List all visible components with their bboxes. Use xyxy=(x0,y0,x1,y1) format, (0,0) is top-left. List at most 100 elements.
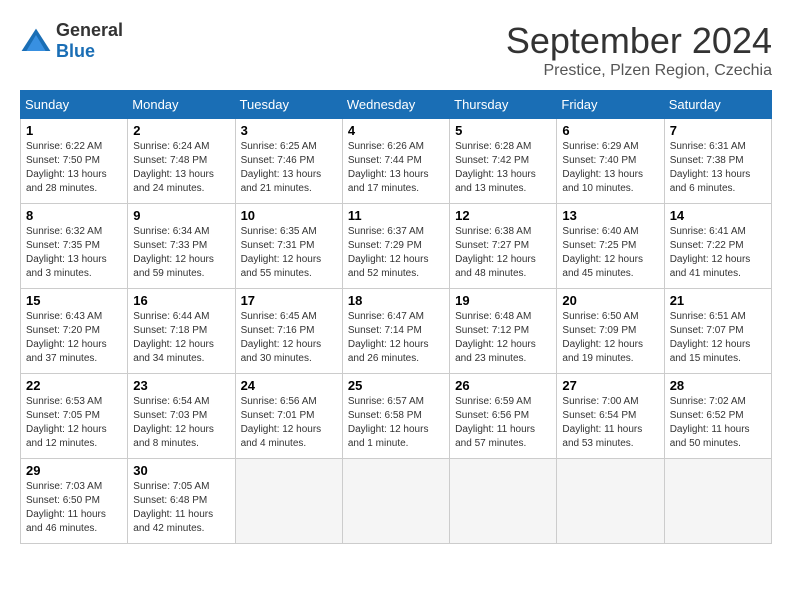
day-info: Sunrise: 6:50 AMSunset: 7:09 PMDaylight:… xyxy=(562,310,658,366)
calendar-header: Sunday Monday Tuesday Wednesday Thursday… xyxy=(21,91,772,119)
day-number: 10 xyxy=(241,208,337,223)
day-info: Sunrise: 6:48 AMSunset: 7:12 PMDaylight:… xyxy=(455,310,551,366)
week-row-3: 15Sunrise: 6:43 AMSunset: 7:20 PMDayligh… xyxy=(21,289,772,374)
calendar-cell: 21 Sunrise: 6:51 AMSunset: 7:07 PMDayligh… xyxy=(664,289,771,374)
day-info: Sunrise: 7:03 AMSunset: 6:50 PMDaylight:… xyxy=(26,480,122,536)
day-number: 9 xyxy=(133,208,229,223)
day-number: 14 xyxy=(670,208,766,223)
calendar-cell: 26 Sunrise: 6:59 AMSunset: 6:56 PMDayligh… xyxy=(450,374,557,459)
calendar-cell: 11 Sunrise: 6:37 AMSunset: 7:29 PMDayligh… xyxy=(342,204,449,289)
day-number: 5 xyxy=(455,123,551,138)
header-row: Sunday Monday Tuesday Wednesday Thursday… xyxy=(21,91,772,119)
calendar-cell xyxy=(450,459,557,544)
col-monday: Monday xyxy=(128,91,235,119)
day-info: Sunrise: 6:56 AMSunset: 7:01 PMDaylight:… xyxy=(241,395,337,451)
day-info: Sunrise: 7:00 AMSunset: 6:54 PMDaylight:… xyxy=(562,395,658,451)
calendar-cell: 9 Sunrise: 6:34 AMSunset: 7:33 PMDaylight… xyxy=(128,204,235,289)
day-info: Sunrise: 6:28 AMSunset: 7:42 PMDaylight:… xyxy=(455,140,551,196)
week-row-2: 8Sunrise: 6:32 AMSunset: 7:35 PMDaylight… xyxy=(21,204,772,289)
calendar-cell xyxy=(235,459,342,544)
logo-blue: Blue xyxy=(56,41,95,61)
calendar-cell: 8Sunrise: 6:32 AMSunset: 7:35 PMDaylight… xyxy=(21,204,128,289)
day-number: 19 xyxy=(455,293,551,308)
day-number: 18 xyxy=(348,293,444,308)
calendar-cell xyxy=(664,459,771,544)
day-info: Sunrise: 6:37 AMSunset: 7:29 PMDaylight:… xyxy=(348,225,444,281)
col-wednesday: Wednesday xyxy=(342,91,449,119)
day-info: Sunrise: 6:34 AMSunset: 7:33 PMDaylight:… xyxy=(133,225,229,281)
calendar-cell: 6 Sunrise: 6:29 AMSunset: 7:40 PMDaylight… xyxy=(557,119,664,204)
day-info: Sunrise: 6:41 AMSunset: 7:22 PMDaylight:… xyxy=(670,225,766,281)
calendar-cell xyxy=(557,459,664,544)
day-info: Sunrise: 7:05 AMSunset: 6:48 PMDaylight:… xyxy=(133,480,229,536)
calendar-cell: 5 Sunrise: 6:28 AMSunset: 7:42 PMDaylight… xyxy=(450,119,557,204)
calendar-cell: 12Sunrise: 6:38 AMSunset: 7:27 PMDayligh… xyxy=(450,204,557,289)
day-number: 6 xyxy=(562,123,658,138)
day-number: 26 xyxy=(455,378,551,393)
calendar-cell: 28 Sunrise: 7:02 AMSunset: 6:52 PMDayligh… xyxy=(664,374,771,459)
calendar-cell: 17 Sunrise: 6:45 AMSunset: 7:16 PMDayligh… xyxy=(235,289,342,374)
calendar-cell: 25 Sunrise: 6:57 AMSunset: 6:58 PMDayligh… xyxy=(342,374,449,459)
day-number: 16 xyxy=(133,293,229,308)
calendar-cell: 20 Sunrise: 6:50 AMSunset: 7:09 PMDayligh… xyxy=(557,289,664,374)
week-row-5: 29 Sunrise: 7:03 AMSunset: 6:50 PMDayligh… xyxy=(21,459,772,544)
calendar-cell: 14 Sunrise: 6:41 AMSunset: 7:22 PMDayligh… xyxy=(664,204,771,289)
col-tuesday: Tuesday xyxy=(235,91,342,119)
day-number: 22 xyxy=(26,378,122,393)
calendar-cell: 19 Sunrise: 6:48 AMSunset: 7:12 PMDayligh… xyxy=(450,289,557,374)
calendar-cell: 18 Sunrise: 6:47 AMSunset: 7:14 PMDayligh… xyxy=(342,289,449,374)
day-info: Sunrise: 6:47 AMSunset: 7:14 PMDaylight:… xyxy=(348,310,444,366)
day-info: Sunrise: 6:45 AMSunset: 7:16 PMDaylight:… xyxy=(241,310,337,366)
day-number: 30 xyxy=(133,463,229,478)
day-info: Sunrise: 6:51 AMSunset: 7:07 PMDaylight:… xyxy=(670,310,766,366)
logo-general: General xyxy=(56,20,123,40)
calendar-body: 1 Sunrise: 6:22 AMSunset: 7:50 PMDaylight… xyxy=(21,119,772,544)
logo: General Blue xyxy=(20,20,123,62)
day-number: 25 xyxy=(348,378,444,393)
day-number: 29 xyxy=(26,463,122,478)
calendar-cell: 15Sunrise: 6:43 AMSunset: 7:20 PMDayligh… xyxy=(21,289,128,374)
calendar-cell: 7 Sunrise: 6:31 AMSunset: 7:38 PMDaylight… xyxy=(664,119,771,204)
day-number: 11 xyxy=(348,208,444,223)
col-thursday: Thursday xyxy=(450,91,557,119)
calendar-cell: 4 Sunrise: 6:26 AMSunset: 7:44 PMDaylight… xyxy=(342,119,449,204)
day-info: Sunrise: 6:53 AMSunset: 7:05 PMDaylight:… xyxy=(26,395,122,451)
day-number: 21 xyxy=(670,293,766,308)
day-info: Sunrise: 7:02 AMSunset: 6:52 PMDaylight:… xyxy=(670,395,766,451)
day-info: Sunrise: 6:44 AMSunset: 7:18 PMDaylight:… xyxy=(133,310,229,366)
day-info: Sunrise: 6:54 AMSunset: 7:03 PMDaylight:… xyxy=(133,395,229,451)
day-number: 7 xyxy=(670,123,766,138)
calendar-cell: 3Sunrise: 6:25 AMSunset: 7:46 PMDaylight… xyxy=(235,119,342,204)
calendar-cell: 1 Sunrise: 6:22 AMSunset: 7:50 PMDaylight… xyxy=(21,119,128,204)
day-info: Sunrise: 6:40 AMSunset: 7:25 PMDaylight:… xyxy=(562,225,658,281)
day-info: Sunrise: 6:29 AMSunset: 7:40 PMDaylight:… xyxy=(562,140,658,196)
day-number: 17 xyxy=(241,293,337,308)
day-number: 15 xyxy=(26,293,122,308)
day-number: 27 xyxy=(562,378,658,393)
day-info: Sunrise: 6:35 AMSunset: 7:31 PMDaylight:… xyxy=(241,225,337,281)
day-info: Sunrise: 6:59 AMSunset: 6:56 PMDaylight:… xyxy=(455,395,551,451)
day-info: Sunrise: 6:22 AMSunset: 7:50 PMDaylight:… xyxy=(26,140,122,196)
day-number: 20 xyxy=(562,293,658,308)
week-row-1: 1 Sunrise: 6:22 AMSunset: 7:50 PMDaylight… xyxy=(21,119,772,204)
day-number: 4 xyxy=(348,123,444,138)
calendar-cell: 2Sunrise: 6:24 AMSunset: 7:48 PMDaylight… xyxy=(128,119,235,204)
col-friday: Friday xyxy=(557,91,664,119)
page-header: General Blue September 2024 Prestice, Pl… xyxy=(20,20,772,80)
day-number: 1 xyxy=(26,123,122,138)
day-info: Sunrise: 6:26 AMSunset: 7:44 PMDaylight:… xyxy=(348,140,444,196)
day-info: Sunrise: 6:38 AMSunset: 7:27 PMDaylight:… xyxy=(455,225,551,281)
day-number: 13 xyxy=(562,208,658,223)
calendar-cell: 24Sunrise: 6:56 AMSunset: 7:01 PMDayligh… xyxy=(235,374,342,459)
calendar-cell: 29 Sunrise: 7:03 AMSunset: 6:50 PMDayligh… xyxy=(21,459,128,544)
day-number: 23 xyxy=(133,378,229,393)
col-saturday: Saturday xyxy=(664,91,771,119)
day-info: Sunrise: 6:31 AMSunset: 7:38 PMDaylight:… xyxy=(670,140,766,196)
calendar-cell xyxy=(342,459,449,544)
calendar-cell: 30 Sunrise: 7:05 AMSunset: 6:48 PMDayligh… xyxy=(128,459,235,544)
day-info: Sunrise: 6:57 AMSunset: 6:58 PMDaylight:… xyxy=(348,395,444,451)
day-info: Sunrise: 6:24 AMSunset: 7:48 PMDaylight:… xyxy=(133,140,229,196)
day-number: 28 xyxy=(670,378,766,393)
calendar-cell: 27 Sunrise: 7:00 AMSunset: 6:54 PMDayligh… xyxy=(557,374,664,459)
day-number: 8 xyxy=(26,208,122,223)
